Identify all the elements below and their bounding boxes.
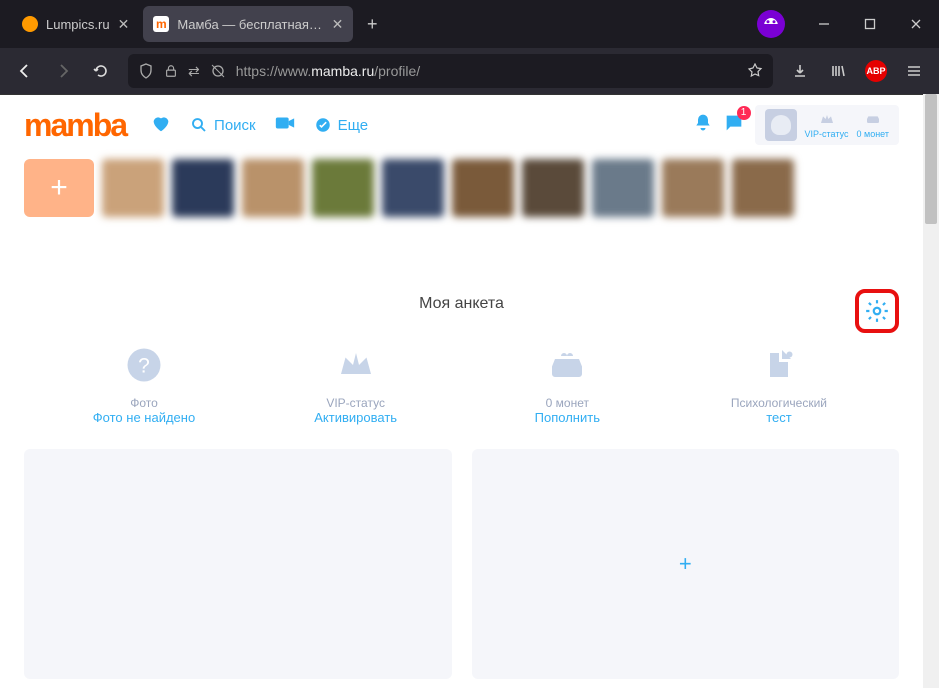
abp-button[interactable]: ABP — [859, 54, 893, 88]
shield-icon — [138, 63, 154, 79]
photo-strip: + — [0, 155, 923, 235]
photo-thumbnail[interactable] — [592, 159, 654, 217]
browser-tab-lumpics[interactable]: Lumpics.ru ✕ — [12, 6, 139, 42]
crown-icon — [266, 347, 446, 388]
window-maximize-button[interactable] — [847, 0, 893, 48]
site-header: mamba Поиск Еще 1 VIP-ста — [0, 95, 923, 155]
video-icon[interactable] — [274, 112, 296, 139]
card-coins[interactable]: 0 монет Пополнить — [477, 347, 657, 425]
settings-toggle-icon: ⇄ — [188, 63, 200, 80]
test-icon — [689, 347, 869, 388]
photo-thumbnail[interactable] — [522, 159, 584, 217]
plus-icon: + — [679, 551, 692, 577]
question-icon: ? — [54, 347, 234, 388]
vip-status-link[interactable]: VIP-статус — [805, 111, 849, 139]
svg-text:?: ? — [138, 355, 150, 378]
browser-titlebar: Lumpics.ru ✕ m Мамба — бесплатная сеть з… — [0, 0, 939, 48]
browser-tab-mamba[interactable]: m Мамба — бесплатная сеть зна ✕ — [143, 6, 353, 42]
browser-navbar: ⇄ https://www.mamba.ru/profile/ ABP — [0, 48, 939, 94]
menu-button[interactable] — [897, 54, 931, 88]
nav-more-label: Еще — [338, 117, 369, 134]
address-bar[interactable]: ⇄ https://www.mamba.ru/profile/ — [128, 54, 773, 88]
nav-more[interactable]: Еще — [314, 116, 369, 134]
panel-left[interactable] — [24, 449, 452, 679]
bell-icon[interactable] — [693, 113, 713, 138]
photo-thumbnail[interactable] — [662, 159, 724, 217]
photo-thumbnail[interactable] — [732, 159, 794, 217]
forward-button[interactable] — [46, 54, 80, 88]
close-icon[interactable]: ✕ — [332, 16, 344, 33]
panel-right[interactable]: + — [472, 449, 900, 679]
url-text: https://www.mamba.ru/profile/ — [236, 63, 420, 79]
notif-badge: 1 — [737, 106, 751, 120]
star-icon[interactable] — [747, 63, 763, 79]
nav-search[interactable]: Поиск — [190, 116, 256, 134]
library-button[interactable] — [821, 54, 855, 88]
photo-thumbnail[interactable] — [382, 159, 444, 217]
close-icon[interactable]: ✕ — [118, 16, 130, 33]
photo-thumbnail[interactable] — [102, 159, 164, 217]
new-tab-button[interactable]: + — [357, 9, 387, 39]
downloads-button[interactable] — [783, 54, 817, 88]
chat-icon[interactable]: 1 — [723, 112, 745, 139]
coins-link[interactable]: 0 монет — [857, 111, 890, 139]
card-test[interactable]: Психологический тест — [689, 347, 869, 425]
window-close-button[interactable] — [893, 0, 939, 48]
lock-icon — [164, 64, 178, 78]
nav-search-label: Поиск — [214, 117, 256, 134]
permissions-icon — [210, 63, 226, 79]
tab-label: Мамба — бесплатная сеть зна — [177, 17, 323, 32]
favicon-mamba: m — [153, 16, 169, 32]
add-photo-button[interactable]: + — [24, 159, 94, 217]
tab-label: Lumpics.ru — [46, 17, 110, 32]
user-box[interactable]: VIP-статус 0 монет — [755, 105, 899, 145]
profile-settings-button[interactable] — [855, 289, 899, 333]
photo-thumbnail[interactable] — [312, 159, 374, 217]
avatar — [765, 109, 797, 141]
wallet-icon — [477, 347, 657, 388]
extension-icon[interactable] — [757, 10, 785, 38]
section-title: Моя анкета — [24, 295, 899, 313]
card-photo[interactable]: ? Фото Фото не найдено — [54, 347, 234, 425]
photo-thumbnail[interactable] — [242, 159, 304, 217]
reload-button[interactable] — [84, 54, 118, 88]
page-scrollbar[interactable] — [923, 94, 939, 688]
favicon-lumpics — [22, 16, 38, 32]
photo-thumbnail[interactable] — [172, 159, 234, 217]
photo-thumbnail[interactable] — [452, 159, 514, 217]
heart-icon[interactable] — [150, 112, 172, 139]
page-content: mamba Поиск Еще 1 VIP-ста — [0, 94, 923, 688]
card-vip[interactable]: VIP-статус Активировать — [266, 347, 446, 425]
back-button[interactable] — [8, 54, 42, 88]
logo[interactable]: mamba — [24, 107, 126, 144]
window-minimize-button[interactable] — [801, 0, 847, 48]
